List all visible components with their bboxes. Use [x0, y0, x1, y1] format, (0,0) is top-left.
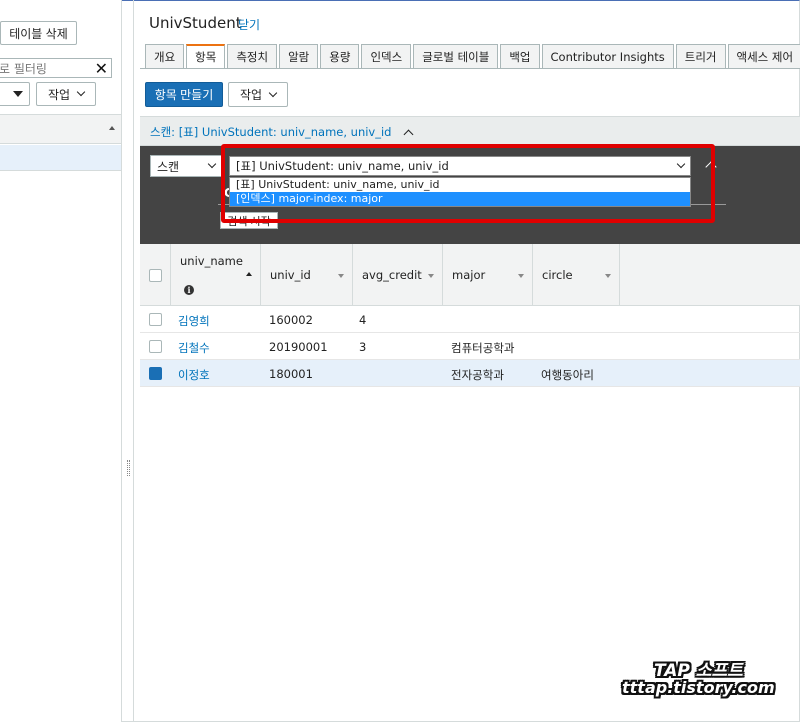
sort-icon[interactable] [428, 274, 434, 278]
cell-univ-id: 160002 [269, 313, 313, 327]
tab-contributor-insights[interactable]: Contributor Insights [541, 44, 674, 68]
tab-triggers[interactable]: 트리거 [675, 44, 726, 68]
cell-univ-name[interactable]: 이정호 [178, 367, 210, 383]
tab-capacity[interactable]: 용량 [320, 44, 360, 68]
clear-filter-icon[interactable]: ✕ [95, 59, 108, 78]
scan-header-label[interactable]: 스캔: [표] UnivStudent: univ_name, univ_id [150, 124, 414, 140]
tab-items[interactable]: 항목 [186, 44, 226, 68]
sort-icon[interactable] [338, 274, 344, 278]
column-header-circle[interactable]: circle [532, 244, 620, 306]
sort-icon[interactable] [605, 274, 611, 278]
delete-table-button[interactable]: 테이블 삭제 [0, 21, 77, 45]
chevron-down-icon [268, 88, 278, 97]
close-link[interactable]: 닫기 [238, 16, 260, 33]
column-label: univ_name [180, 254, 243, 268]
sort-icon[interactable] [518, 274, 524, 278]
table-list-item-selected[interactable] [0, 145, 121, 171]
tab-backups[interactable]: 백업 [500, 44, 540, 68]
table-row[interactable]: 김철수 20190001 3 컴퓨터공학과 [140, 333, 800, 360]
column-label: major [452, 268, 486, 282]
column-label: circle [542, 268, 573, 282]
scan-mode-select[interactable]: 스캔 [150, 155, 222, 177]
row-checkbox[interactable] [149, 340, 162, 353]
column-label: univ_id [270, 268, 311, 282]
cell-major: 전자공학과 [451, 368, 504, 382]
watermark-url: tttap.tistory.com [622, 678, 775, 697]
tab-access-control[interactable]: 액세스 제어 [727, 44, 800, 68]
cell-circle: 여행동아리 [541, 368, 594, 382]
cell-avg-credit: 4 [359, 313, 367, 327]
cell-univ-id: 180001 [269, 367, 313, 381]
tab-overview[interactable]: 개요 [145, 44, 185, 68]
scan-header-text: 스캔: [표] UnivStudent: univ_name, univ_id [150, 125, 392, 139]
create-item-button[interactable]: 항목 만들기 [145, 82, 223, 107]
cell-major: 컴퓨터공학과 [451, 341, 515, 355]
table-row[interactable]: 김영희 160002 4 [140, 306, 800, 333]
select-all-checkbox[interactable] [149, 269, 162, 282]
table-filter-field[interactable]: ✕ [0, 58, 112, 78]
chevron-down-icon [207, 159, 217, 169]
sort-asc-icon[interactable] [246, 272, 252, 276]
tab-alarms[interactable]: 알람 [279, 44, 319, 68]
cell-univ-name[interactable]: 김철수 [178, 340, 210, 356]
tab-indexes[interactable]: 인덱스 [361, 44, 412, 68]
panel-resize-handle[interactable] [127, 460, 130, 476]
tab-bar: 개요 항목 측정치 알람 용량 인덱스 글로벌 테이블 백업 Contribut… [145, 44, 800, 68]
column-header-univ-name[interactable]: univ_name i [170, 244, 260, 306]
table-filter-input[interactable] [0, 61, 89, 75]
column-header-avg-credit[interactable]: avg_credit [352, 244, 442, 306]
table-row-selected[interactable]: 이정호 180001 전자공학과 여행동아리 [140, 360, 800, 387]
chevron-down-icon [76, 87, 86, 97]
items-table-header: univ_name i univ_id avg_credit major cir… [140, 244, 800, 306]
work-button[interactable]: 작업 [228, 82, 288, 107]
work-label: 작업 [239, 88, 263, 102]
column-header-univ-id[interactable]: univ_id [260, 244, 352, 306]
tab-global-tables[interactable]: 글로벌 테이블 [413, 44, 499, 68]
cell-univ-id: 20190001 [269, 340, 328, 354]
row-checkbox[interactable] [149, 313, 162, 326]
tabs-underline [140, 68, 800, 69]
table-list-panel: 테이블 삭제 ✕ 작업 [0, 0, 122, 722]
table-type-select[interactable] [0, 82, 30, 106]
scan-header-bar[interactable]: 스캔: [표] UnivStudent: univ_name, univ_id [140, 116, 800, 146]
column-label: avg_credit [362, 268, 422, 282]
collapse-icon[interactable] [403, 129, 414, 140]
tab-metrics[interactable]: 측정치 [227, 44, 278, 68]
table-list-header[interactable] [0, 114, 121, 144]
left-work-button[interactable]: 작업 [36, 82, 96, 106]
annotation-highlight-box [221, 144, 715, 223]
sort-asc-icon[interactable] [109, 126, 115, 130]
scan-mode-value: 스캔 [157, 159, 180, 174]
column-header-major[interactable]: major [442, 244, 532, 306]
main-divider [133, 0, 134, 722]
row-checkbox[interactable] [149, 367, 162, 380]
cell-avg-credit: 3 [359, 340, 367, 354]
caret-down-icon [13, 91, 23, 97]
left-work-label: 작업 [47, 87, 71, 102]
cell-univ-name[interactable]: 김영희 [178, 313, 210, 329]
table-title: UnivStudent [149, 14, 242, 32]
info-icon[interactable]: i [184, 285, 194, 295]
